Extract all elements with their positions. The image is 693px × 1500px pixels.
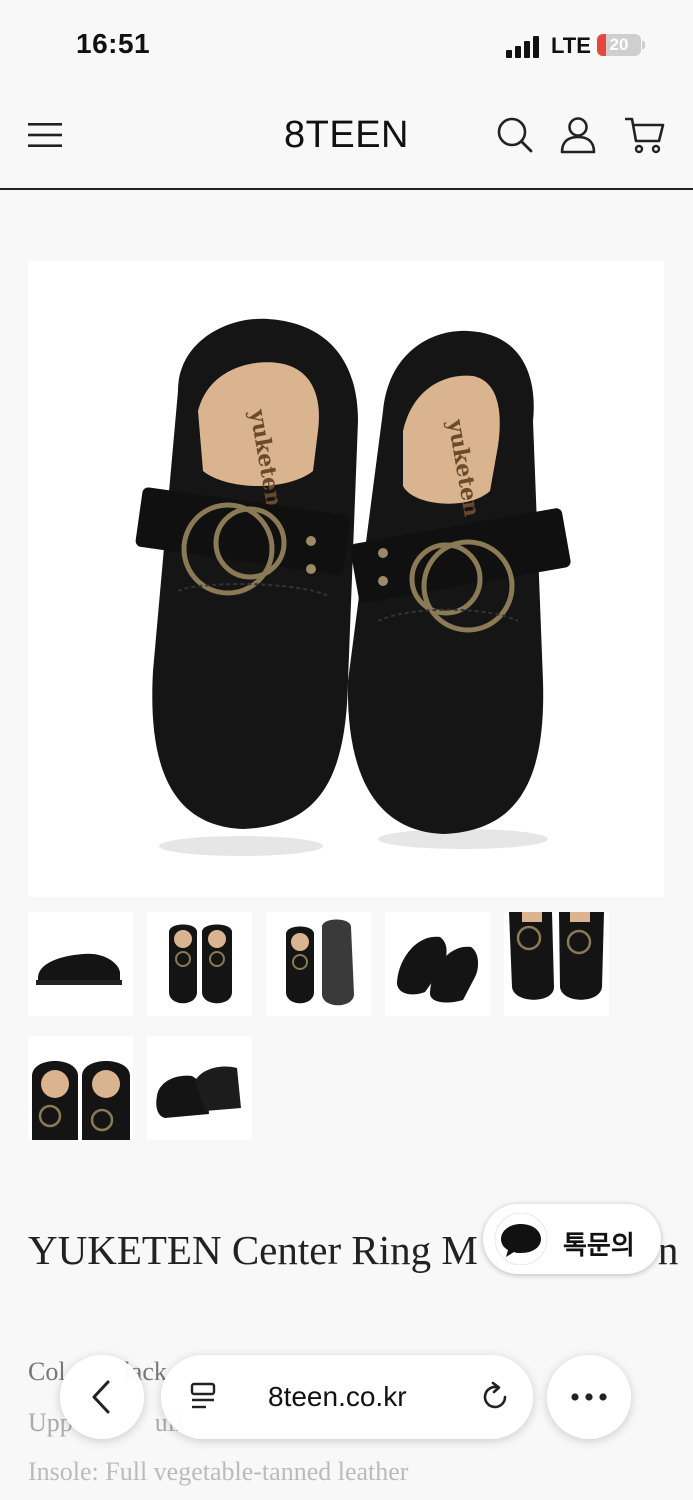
thumbnail-6[interactable] xyxy=(28,1036,133,1140)
thumbnail-4[interactable] xyxy=(385,912,490,1016)
signal-icon xyxy=(506,36,539,58)
shoe-angled-pair-thumbnail xyxy=(397,936,479,1003)
hamburger-menu-icon[interactable] xyxy=(28,122,62,148)
shoe-side-pair-thumbnail xyxy=(156,1066,241,1118)
speech-bubble-icon xyxy=(494,1213,548,1265)
thumbnail-1[interactable] xyxy=(28,912,133,1016)
shoe-insole-thumbnail xyxy=(32,1061,130,1140)
battery-icon: 20 xyxy=(597,34,641,56)
cart-icon[interactable] xyxy=(625,116,665,154)
shoe-top-closeup-thumbnail xyxy=(509,912,604,1000)
site-logo[interactable]: 8TEEN xyxy=(284,114,409,156)
user-icon[interactable] xyxy=(559,116,597,154)
shoe-illustration: yuketen yuketen xyxy=(135,318,571,856)
thumbnail-5[interactable] xyxy=(504,912,609,1016)
chat-inquiry-button[interactable]: 톡문의 xyxy=(483,1204,661,1274)
network-type: LTE xyxy=(551,33,591,58)
product-title-text: YUKETEN Center Ring M xyxy=(28,1227,478,1273)
chat-label: 톡문의 xyxy=(563,1230,635,1260)
url-text[interactable]: 8teen.co.kr xyxy=(268,1381,407,1413)
ellipsis-icon xyxy=(571,1393,607,1401)
shoe-top-sole-thumbnail xyxy=(286,919,354,1006)
shoe-top-pair-thumbnail xyxy=(169,924,232,1004)
spec-color-label: Col xyxy=(28,1357,66,1386)
chevron-left-icon xyxy=(92,1380,110,1414)
shoe-side-thumbnail xyxy=(36,953,122,985)
status-bar: 16:51 LTE 20 xyxy=(0,0,693,92)
reader-list-icon[interactable] xyxy=(189,1382,217,1412)
status-time: 16:51 xyxy=(76,28,151,59)
search-icon[interactable] xyxy=(496,116,534,154)
battery-percent: 20 xyxy=(609,35,629,54)
thumbnail-2[interactable] xyxy=(147,912,252,1016)
reload-icon[interactable] xyxy=(479,1381,511,1413)
site-header: 8TEEN xyxy=(0,92,693,190)
battery-tip xyxy=(642,41,645,49)
product-main-image[interactable]: yuketen yuketen xyxy=(28,261,664,897)
browser-address-bar[interactable]: 8teen.co.kr xyxy=(161,1355,533,1439)
browser-more-button[interactable] xyxy=(547,1355,631,1439)
product-title-tail: n xyxy=(657,1227,679,1273)
spec-insole: Insole: Full vegetable-tanned leather xyxy=(28,1457,409,1486)
browser-back-button[interactable] xyxy=(60,1355,144,1439)
thumbnail-7[interactable] xyxy=(147,1036,252,1140)
thumbnail-3[interactable] xyxy=(266,912,371,1016)
